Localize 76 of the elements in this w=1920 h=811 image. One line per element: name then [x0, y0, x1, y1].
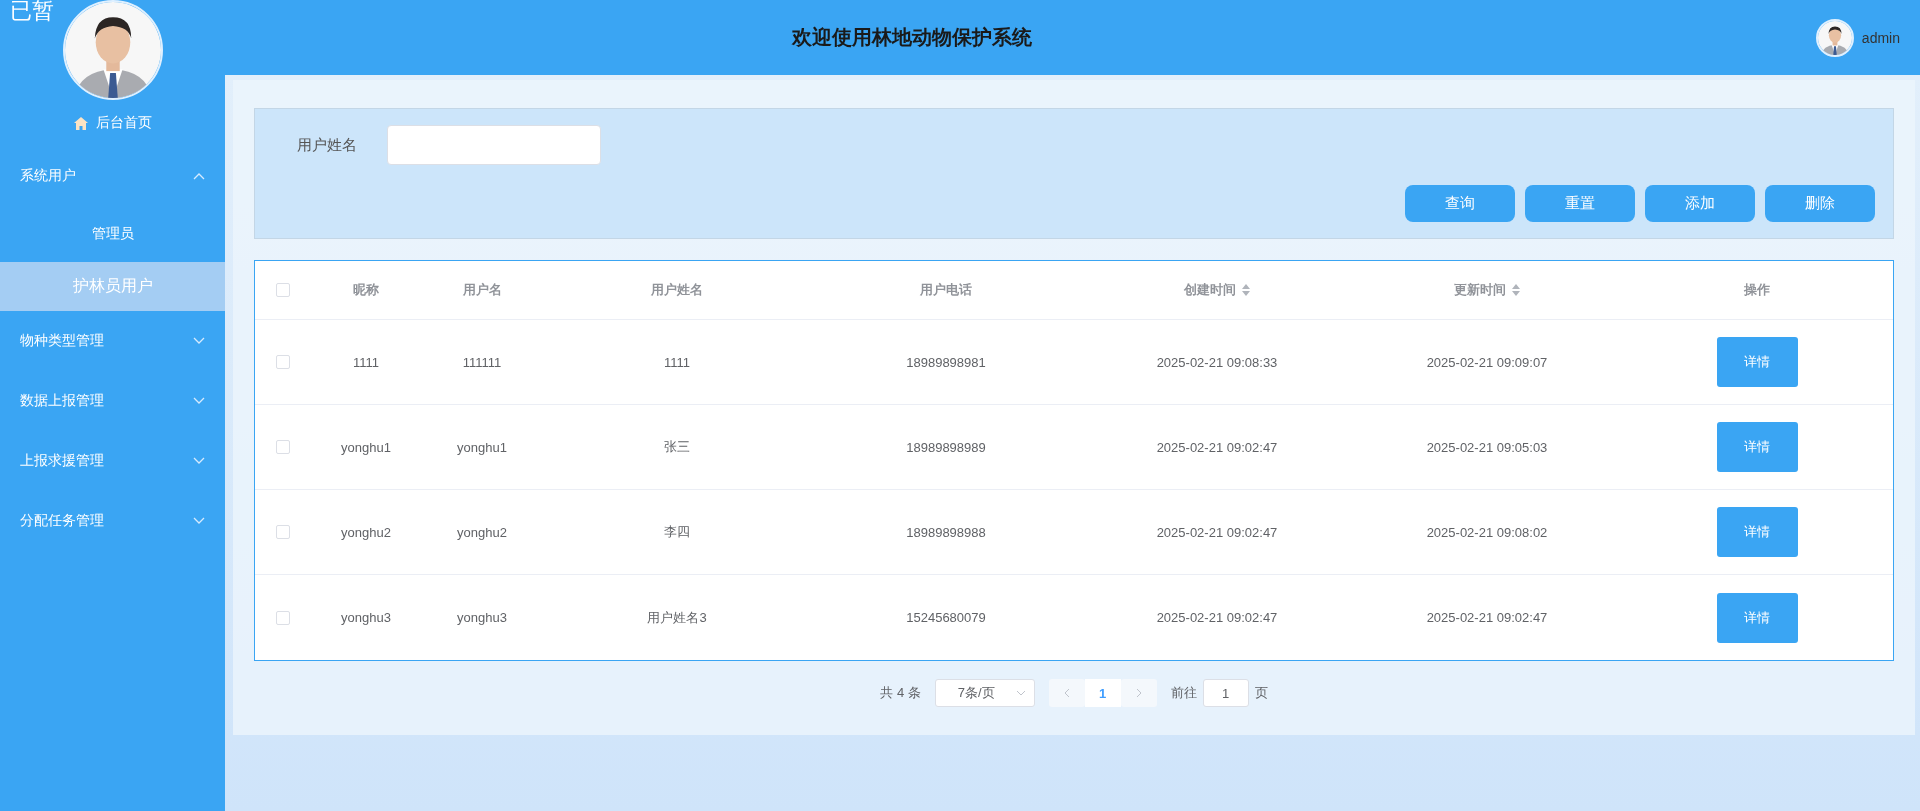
table-cell: 18989898981	[906, 354, 986, 370]
chevron-down-icon	[193, 337, 205, 345]
input-field[interactable]	[387, 125, 601, 165]
overlay-text: 已暂	[10, 0, 54, 25]
table-cell: yonghu3	[457, 610, 507, 625]
checkbox[interactable]	[276, 283, 290, 297]
checkbox[interactable]	[276, 355, 290, 369]
action-button[interactable]: 添加	[1645, 185, 1755, 222]
page-size-select[interactable]: 7条/页	[934, 679, 1035, 707]
submenu-item[interactable]: 护林员用户	[0, 262, 225, 311]
table-cell: 用户姓名3	[647, 608, 707, 627]
goto-suffix: 页	[1254, 684, 1268, 702]
table-cell: 2025-02-21 09:08:33	[1156, 354, 1278, 370]
table-cell: 1111	[664, 354, 690, 370]
next-page-button[interactable]	[1120, 679, 1157, 707]
field-label: 用户姓名	[297, 135, 357, 155]
table-cell: 111111	[462, 354, 502, 370]
detail-button[interactable]: 详情	[1716, 337, 1798, 387]
table-cell: yonghu3	[341, 610, 391, 625]
table-cell: 2025-02-21 09:02:47	[1156, 610, 1278, 625]
table-cell: 李四	[664, 523, 690, 541]
prev-page-button[interactable]	[1048, 679, 1085, 707]
table-cell: 张三	[664, 438, 690, 456]
column-header[interactable]: 更新时间	[1454, 281, 1520, 299]
checkbox[interactable]	[276, 610, 290, 625]
chevron-down-icon	[193, 517, 205, 525]
table-cell: 15245680079	[906, 610, 986, 625]
page-title: 欢迎使用林地动物保护系统	[792, 25, 1032, 50]
table-cell: 2025-02-21 09:05:03	[1426, 439, 1548, 455]
table-cell: 1111	[353, 354, 379, 370]
detail-button[interactable]: 详情	[1716, 592, 1798, 643]
action-button[interactable]: 重置	[1525, 185, 1635, 222]
menu-item[interactable]: 分配任务管理	[0, 491, 225, 551]
table-cell: 18989898988	[906, 524, 986, 540]
column-header: 用户名	[462, 281, 502, 299]
table-cell: yonghu2	[341, 524, 391, 540]
column-header: 用户电话	[920, 281, 972, 299]
submenu-item[interactable]: 管理员	[0, 206, 225, 262]
menu-item[interactable]: 物种类型管理	[0, 311, 225, 371]
sort-icon[interactable]	[1242, 284, 1250, 296]
detail-button[interactable]: 详情	[1716, 422, 1798, 472]
chevron-up-icon	[193, 172, 205, 180]
checkbox[interactable]	[276, 440, 290, 454]
table-cell: 2025-02-21 09:08:02	[1426, 524, 1548, 540]
chevron-right-icon	[1135, 688, 1142, 698]
column-header: 操作	[1744, 281, 1770, 299]
chevron-down-icon	[1015, 690, 1026, 696]
detail-button[interactable]: 详情	[1716, 507, 1798, 557]
table-cell: 18989898989	[906, 439, 986, 455]
goto-label: 前往	[1170, 684, 1197, 702]
page-number[interactable]: 1	[1084, 679, 1121, 707]
page-input[interactable]: 1	[1202, 679, 1249, 707]
table-cell: 2025-02-21 09:02:47	[1426, 610, 1548, 625]
column-header[interactable]: 创建时间	[1184, 281, 1250, 299]
menu-item[interactable]: 系统用户	[0, 146, 225, 206]
checkbox[interactable]	[276, 525, 290, 539]
menu-item[interactable]: 数据上报管理	[0, 371, 225, 431]
column-header: 用户姓名	[651, 281, 703, 299]
table-cell: 2025-02-21 09:09:07	[1426, 354, 1548, 370]
chevron-down-icon	[193, 397, 205, 405]
chevron-left-icon	[1063, 688, 1070, 698]
table-cell: yonghu2	[457, 524, 507, 540]
table-cell: 2025-02-21 09:02:47	[1156, 524, 1278, 540]
menu-item[interactable]: 上报求援管理	[0, 431, 225, 491]
column-header: 昵称	[353, 281, 379, 299]
user-name: admin	[1861, 29, 1900, 46]
home-icon	[73, 116, 88, 130]
table-cell: yonghu1	[341, 439, 391, 455]
action-button[interactable]: 删除	[1765, 185, 1875, 222]
home-menu-item[interactable]: 后台首页	[0, 100, 225, 146]
chevron-down-icon	[193, 457, 205, 465]
sort-icon[interactable]	[1512, 284, 1520, 296]
action-button[interactable]: 查询	[1405, 185, 1515, 222]
total-count: 共 4 条	[880, 684, 921, 702]
table-cell: yonghu1	[457, 439, 507, 455]
table-cell: 2025-02-21 09:02:47	[1156, 439, 1278, 455]
